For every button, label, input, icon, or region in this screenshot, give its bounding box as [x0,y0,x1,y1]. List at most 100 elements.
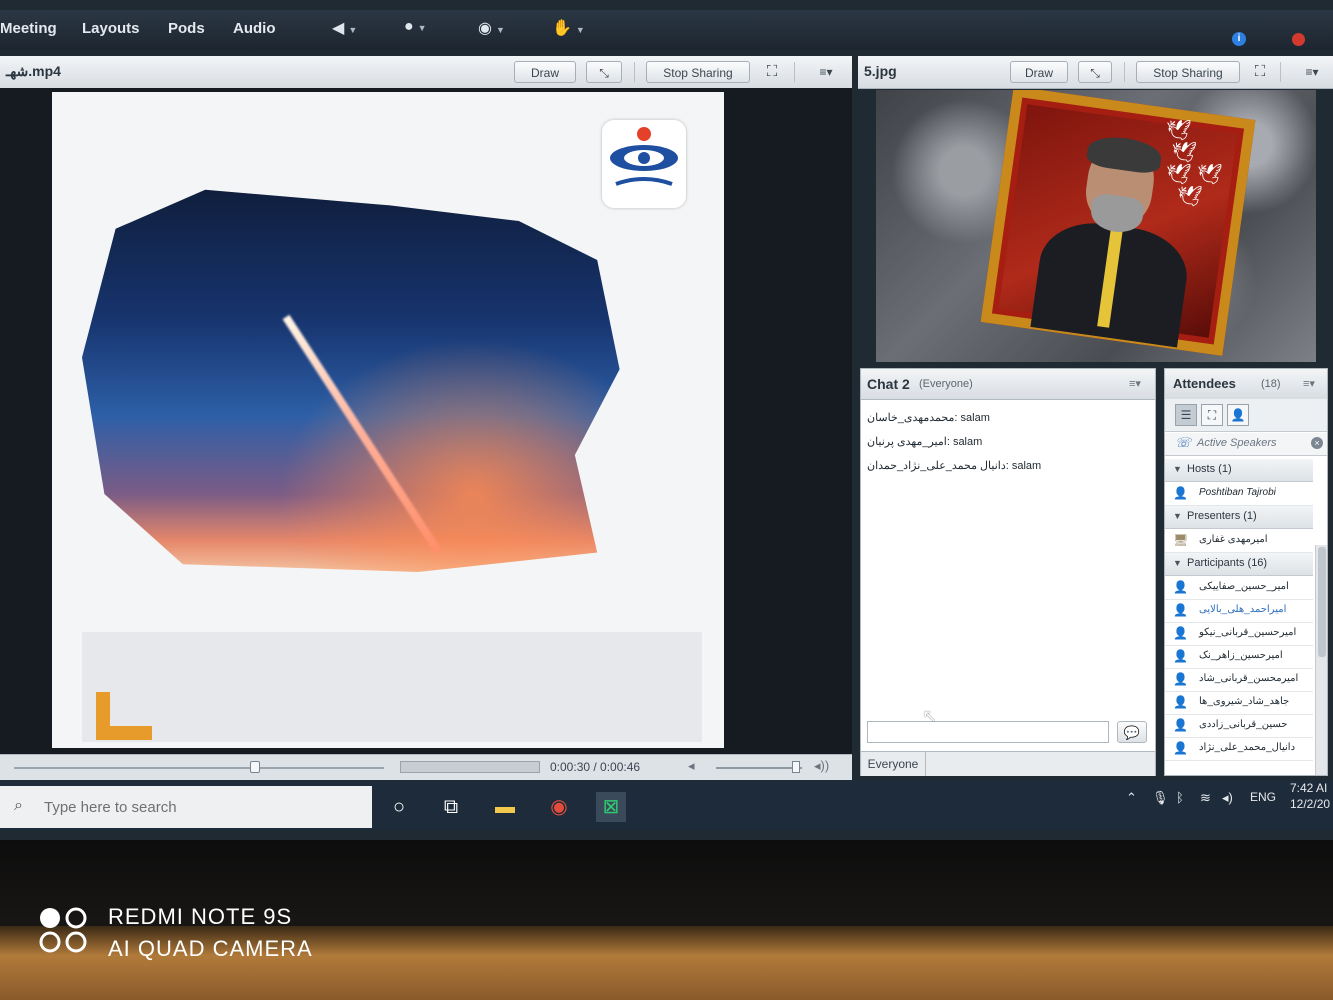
search-placeholder: Type here to search [44,799,177,816]
group-participants[interactable]: ▼ Participants (16) [1165,553,1313,576]
image-pod-title: 5.jpg [864,63,897,79]
attendee-row[interactable]: 👤 امیرمحسن_قربانی_شاد [1165,668,1313,692]
time-readout: 0:00:30 / 0:00:46 [550,760,641,774]
attendee-row[interactable]: 👤 امیراحمد_هلی_بالایی [1165,599,1313,623]
group-hosts[interactable]: ▼ Hosts (1) [1165,459,1313,482]
draw-button[interactable]: Draw [514,61,576,83]
microphone-icon[interactable]: ● ▼ [404,18,440,42]
participant-user-icon: 👤 [1173,649,1188,663]
participant-user-icon: 👤 [1173,718,1188,732]
attendee-row[interactable]: 👤 امیرحسین_قربانی_نیکو [1165,622,1313,646]
list-view-icon[interactable]: ☰ [1175,404,1197,426]
fullscreen-icon[interactable]: ⛶ [760,61,784,83]
toolbar-divider [794,62,795,82]
active-speakers-label: Active Speakers [1197,437,1277,449]
chat-target-selector[interactable]: Everyone [861,752,926,776]
speaker-person-icon: ☏ [1175,435,1192,450]
attendee-row[interactable]: 👤 امیر_حسین_صفاییکی [1165,576,1313,600]
chat-footer: Everyone [861,751,1155,776]
speaker-icon[interactable]: ◀ ▼ [332,18,368,42]
chat-menu-icon[interactable]: ≡▾ [1129,377,1141,390]
clock[interactable]: 7:42 AI 12/2/20 [1290,780,1330,812]
connect-app-icon[interactable]: ⊠ [596,792,626,822]
chevron-down-icon: ▼ [1173,511,1182,521]
chat-message: محمدمهدی_خاسان: salam [867,412,990,424]
doves-icon: 🕊 🕊 🕊 🕊 🕊 [1166,120,1223,208]
seek-handle[interactable] [249,761,260,773]
end-meeting-icon[interactable] [1292,33,1305,46]
task-view-icon[interactable]: ⧉ [436,792,466,822]
attendee-row[interactable]: 👤 دانیال_محمد_علی_نژاد [1165,737,1313,761]
attendees-scrollbar[interactable] [1315,545,1327,775]
volume-high-icon[interactable]: ◂)) [814,758,829,774]
attendees-title: Attendees [1173,376,1236,391]
webcam-icon[interactable]: ◉ ▼ [478,18,514,42]
chat-input[interactable] [867,721,1109,743]
volume-slider[interactable] [716,767,802,769]
stop-sharing-button[interactable]: Stop Sharing [646,61,750,83]
menu-audio[interactable]: Audio [233,20,276,37]
taskbar-search[interactable]: ⌕ Type here to search [0,786,372,828]
send-message-icon[interactable]: 💬 [1117,721,1147,743]
pod-menu-icon[interactable]: ≡▾ [812,61,840,83]
watermark-model: REDMI NOTE 9S [108,904,293,929]
volume-low-icon[interactable]: ◂ [688,758,695,774]
menu-pods[interactable]: Pods [168,20,205,37]
scrollbar-thumb[interactable] [1318,547,1326,657]
volume-handle[interactable] [792,761,800,773]
chevron-down-icon: ▼ [1173,464,1182,474]
chat-title: Chat 2 [867,376,910,392]
chat-message: امیر_مهدی پرنیان: salam [867,436,983,448]
cortana-icon[interactable]: ○ [384,792,414,822]
chrome-icon[interactable]: ◉ [544,792,574,822]
draw-button-right[interactable]: Draw [1010,61,1068,83]
participant-user-icon: 👤 [1173,603,1188,617]
wifi-icon[interactable]: ≋ [1200,790,1211,806]
menu-layouts[interactable]: Layouts [82,20,140,37]
video-controls: 0:00:30 / 0:00:46 ◂ ◂)) [0,754,852,781]
toolbar-divider [1124,62,1125,82]
chat-pod: Chat 2 (Everyone) ≡▾ محمدمهدی_خاسان: sal… [860,368,1156,776]
bluetooth-icon[interactable]: ᛒ [1176,790,1184,805]
attendee-row[interactable]: 👤 امیرحسین_زاهر_نک [1165,645,1313,669]
pointer-tool-icon-right[interactable]: ⤡ [1078,61,1112,83]
watermark-camera: AI QUAD CAMERA [108,936,313,961]
paint-band [82,632,702,742]
windows-taskbar: ⌕ Type here to search ○ ⧉ ▬ ◉ ⊠ ⌃ 🎙 ᛒ ≋ … [0,780,1333,830]
participant-user-icon: 👤 [1173,580,1188,594]
attendee-row[interactable]: 🖥 امیرمهدی غفاری [1165,529,1313,553]
image-pod-header: 5.jpg Draw ⤡ Stop Sharing ⛶ ≡▾ [858,56,1333,89]
microphone-tray-icon[interactable]: 🎙 [1152,790,1169,806]
stop-sharing-button-right[interactable]: Stop Sharing [1136,61,1240,83]
status-view-icon[interactable]: 👤 [1227,404,1249,426]
toolbar-divider [1280,62,1281,82]
close-icon[interactable]: × [1311,437,1323,449]
attendee-row[interactable]: 👤 Poshtiban Tajrobi [1165,482,1313,506]
pointer-tool-icon[interactable]: ⤡ [586,61,622,83]
seek-track[interactable] [14,767,384,769]
presenter-user-icon: 🖥 [1173,533,1189,547]
video-share-area [0,88,852,754]
mouse-cursor-icon: ↖ [922,706,938,726]
pod-menu-icon-right[interactable]: ≡▾ [1298,61,1326,83]
participant-user-icon: 👤 [1173,672,1188,686]
chevron-up-icon[interactable]: ⌃ [1126,790,1137,806]
attendee-row[interactable]: 👤 حسین_قربانی_زاددی [1165,714,1313,738]
breakout-view-icon[interactable]: ⛶ [1201,404,1223,426]
chevron-down-icon: ▼ [1173,558,1182,568]
attendees-count: (18) [1261,378,1281,390]
help-icon[interactable]: i [1232,32,1246,46]
attendee-row[interactable]: 👤 جاهد_شاد_شیروی_ها [1165,691,1313,715]
group-presenters[interactable]: ▼ Presenters (1) [1165,506,1313,529]
menu-meeting[interactable]: Meeting [0,20,57,37]
participant-user-icon: 👤 [1173,626,1188,640]
attendees-menu-icon[interactable]: ≡▾ [1303,377,1315,390]
buffer-bar [400,761,540,773]
chat-message: دانیال محمد_علی_نژاد_حمدان: salam [867,460,1042,472]
volume-tray-icon[interactable]: ◂) [1222,790,1233,806]
raise-hand-icon[interactable]: ✋ ▼ [552,18,588,42]
language-indicator[interactable]: ENG [1250,790,1276,804]
file-explorer-icon[interactable]: ▬ [490,792,520,822]
fullscreen-icon-right[interactable]: ⛶ [1248,61,1272,83]
chat-scope: (Everyone) [919,378,973,390]
